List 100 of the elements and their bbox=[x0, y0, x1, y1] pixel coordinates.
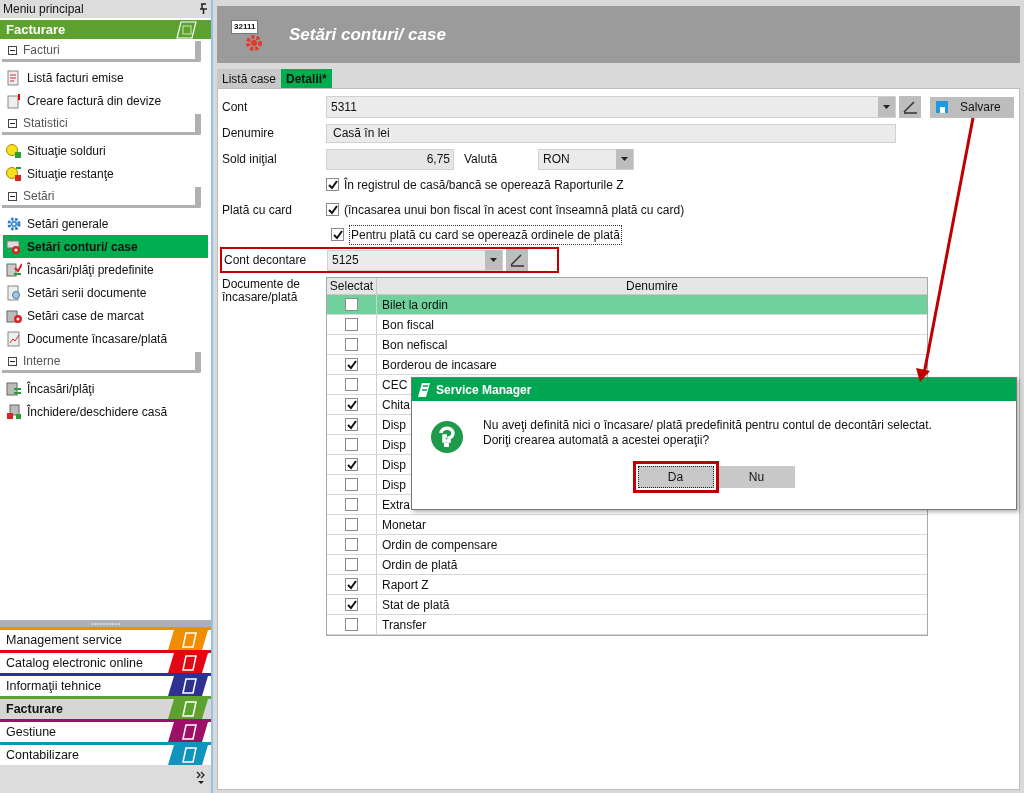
section-header[interactable]: Interne bbox=[2, 352, 201, 373]
menu-item[interactable]: Situaţie solduri bbox=[3, 139, 208, 162]
checkbox[interactable] bbox=[326, 203, 339, 216]
collapse-icon[interactable] bbox=[8, 356, 17, 366]
gear-icon bbox=[6, 215, 22, 232]
module-tab[interactable]: Contabilizare bbox=[0, 742, 211, 765]
emblem-icon bbox=[166, 630, 208, 650]
checkbox[interactable] bbox=[345, 438, 358, 451]
coin-icon bbox=[6, 142, 22, 159]
checkbox[interactable] bbox=[345, 458, 358, 471]
module-tab[interactable]: Facturare bbox=[0, 696, 211, 719]
checkbox[interactable] bbox=[345, 398, 358, 411]
checkbox[interactable] bbox=[345, 518, 358, 531]
table-row[interactable]: Bon fiscal bbox=[327, 315, 927, 335]
checkbox[interactable] bbox=[345, 538, 358, 551]
section-header[interactable]: Facturi bbox=[2, 41, 201, 62]
tab[interactable]: Listă case bbox=[217, 69, 282, 88]
menu-item[interactable]: Încasări/plăţi predefinite bbox=[3, 258, 208, 281]
emblem-icon bbox=[176, 20, 197, 39]
checkbox[interactable] bbox=[345, 298, 358, 311]
checkbox[interactable] bbox=[345, 618, 358, 631]
checkbox[interactable] bbox=[345, 378, 358, 391]
document-icon bbox=[6, 330, 22, 347]
table-row[interactable]: Transfer bbox=[327, 615, 927, 635]
name-field[interactable]: Casă în lei bbox=[326, 123, 896, 143]
check-icon bbox=[332, 229, 343, 240]
menu-item[interactable]: Setări serii documente bbox=[3, 281, 208, 304]
tab[interactable]: Detalii* bbox=[281, 69, 332, 88]
table-cell-text: Borderou de incasare bbox=[381, 356, 497, 374]
table-row[interactable]: Monetar bbox=[327, 515, 927, 535]
emblem-icon bbox=[166, 653, 208, 673]
checkbox[interactable] bbox=[345, 318, 358, 331]
dropdown-button[interactable] bbox=[485, 250, 502, 270]
document-icon bbox=[6, 284, 22, 301]
calculator-icon bbox=[6, 380, 22, 397]
gear-icon bbox=[6, 238, 22, 255]
table-cell-text: Disp bbox=[381, 456, 406, 474]
column-header: Denumire bbox=[625, 278, 679, 294]
page-title: Setări conturi/ case bbox=[289, 23, 446, 46]
checkbox[interactable] bbox=[345, 578, 358, 591]
menu-item[interactable]: Listă facturi emise bbox=[3, 66, 208, 89]
account-dropdown[interactable]: 5311 bbox=[326, 96, 896, 118]
menu-item[interactable]: Setări case de marcat bbox=[3, 304, 208, 327]
section-header[interactable]: Setări bbox=[2, 187, 201, 208]
table-row[interactable]: Ordin de plată bbox=[327, 555, 927, 575]
module-tab[interactable]: Informaţii tehnice bbox=[0, 673, 211, 696]
checkbox[interactable] bbox=[345, 418, 358, 431]
option-label: Pentru plată cu card se operează ordinele de plată bbox=[349, 224, 622, 245]
option-label: (încasarea unui bon fiscal în acest cont înseamnă plată cu card) bbox=[344, 201, 685, 219]
dialog-button[interactable]: Nu bbox=[718, 466, 795, 488]
module-tab[interactable]: Catalog electronic online bbox=[0, 650, 211, 673]
section-header[interactable]: Statistici bbox=[2, 114, 201, 135]
balance-field[interactable]: 6,75 bbox=[326, 148, 454, 170]
check-icon bbox=[346, 359, 357, 370]
collapse-icon[interactable] bbox=[8, 191, 17, 201]
checkbox[interactable] bbox=[345, 598, 358, 611]
menu-item[interactable]: Situaţie restanţe bbox=[3, 162, 208, 185]
account-dropdown[interactable]: 5125 bbox=[327, 249, 503, 271]
save-button[interactable]: Salvare bbox=[930, 96, 1014, 118]
emblem-icon bbox=[166, 699, 208, 719]
emblem-icon bbox=[166, 722, 208, 742]
collapse-icon[interactable] bbox=[8, 45, 17, 55]
dropdown-button[interactable] bbox=[878, 97, 895, 117]
table-row[interactable]: Bilet la ordin bbox=[327, 295, 927, 315]
currency-dropdown[interactable]: RON bbox=[538, 148, 634, 170]
pen-icon bbox=[509, 252, 525, 268]
help-icon bbox=[431, 421, 463, 453]
collapse-icon[interactable] bbox=[8, 118, 17, 128]
checkbox[interactable] bbox=[345, 558, 358, 571]
edit-button[interactable] bbox=[506, 249, 528, 271]
table-cell-text: Bon nefiscal bbox=[381, 336, 448, 354]
table-row[interactable]: Bon nefiscal bbox=[327, 335, 927, 355]
menu-item[interactable]: Încasări/plăţi bbox=[3, 377, 208, 400]
table-row[interactable]: Borderou de incasare bbox=[327, 355, 927, 375]
checkbox[interactable] bbox=[345, 338, 358, 351]
table-row[interactable]: Ordin de compensare bbox=[327, 535, 927, 555]
checkbox[interactable] bbox=[331, 228, 344, 241]
menu-item[interactable]: Setări conturi/ case bbox=[3, 235, 208, 258]
table-cell-text: Stat de plată bbox=[381, 596, 450, 614]
menu-item[interactable]: Închidere/deschidere casă bbox=[3, 400, 208, 423]
checkbox[interactable] bbox=[345, 478, 358, 491]
checkbox[interactable] bbox=[326, 178, 339, 191]
checkbox[interactable] bbox=[345, 498, 358, 511]
document-icon bbox=[6, 92, 22, 109]
app-logo-icon bbox=[418, 382, 430, 397]
module-tab[interactable]: Gestiune bbox=[0, 719, 211, 742]
column-header: Selectat bbox=[327, 278, 377, 294]
menu-item[interactable]: Creare factură din devize bbox=[3, 89, 208, 112]
edit-button[interactable] bbox=[899, 96, 921, 118]
checkbox[interactable] bbox=[345, 358, 358, 371]
dropdown-button[interactable] bbox=[616, 149, 633, 169]
menu-item[interactable]: Documente încasare/plată bbox=[3, 327, 208, 350]
module-tab[interactable]: Management service bbox=[0, 627, 211, 650]
menu-item[interactable]: Setări generale bbox=[3, 212, 208, 235]
field-label: Cont bbox=[222, 99, 249, 116]
calculator-icon bbox=[6, 261, 22, 278]
coin-icon bbox=[6, 165, 22, 182]
table-row[interactable]: Stat de plată bbox=[327, 595, 927, 615]
table-row[interactable]: Raport Z bbox=[327, 575, 927, 595]
dropdown-arrow-icon bbox=[883, 105, 890, 109]
